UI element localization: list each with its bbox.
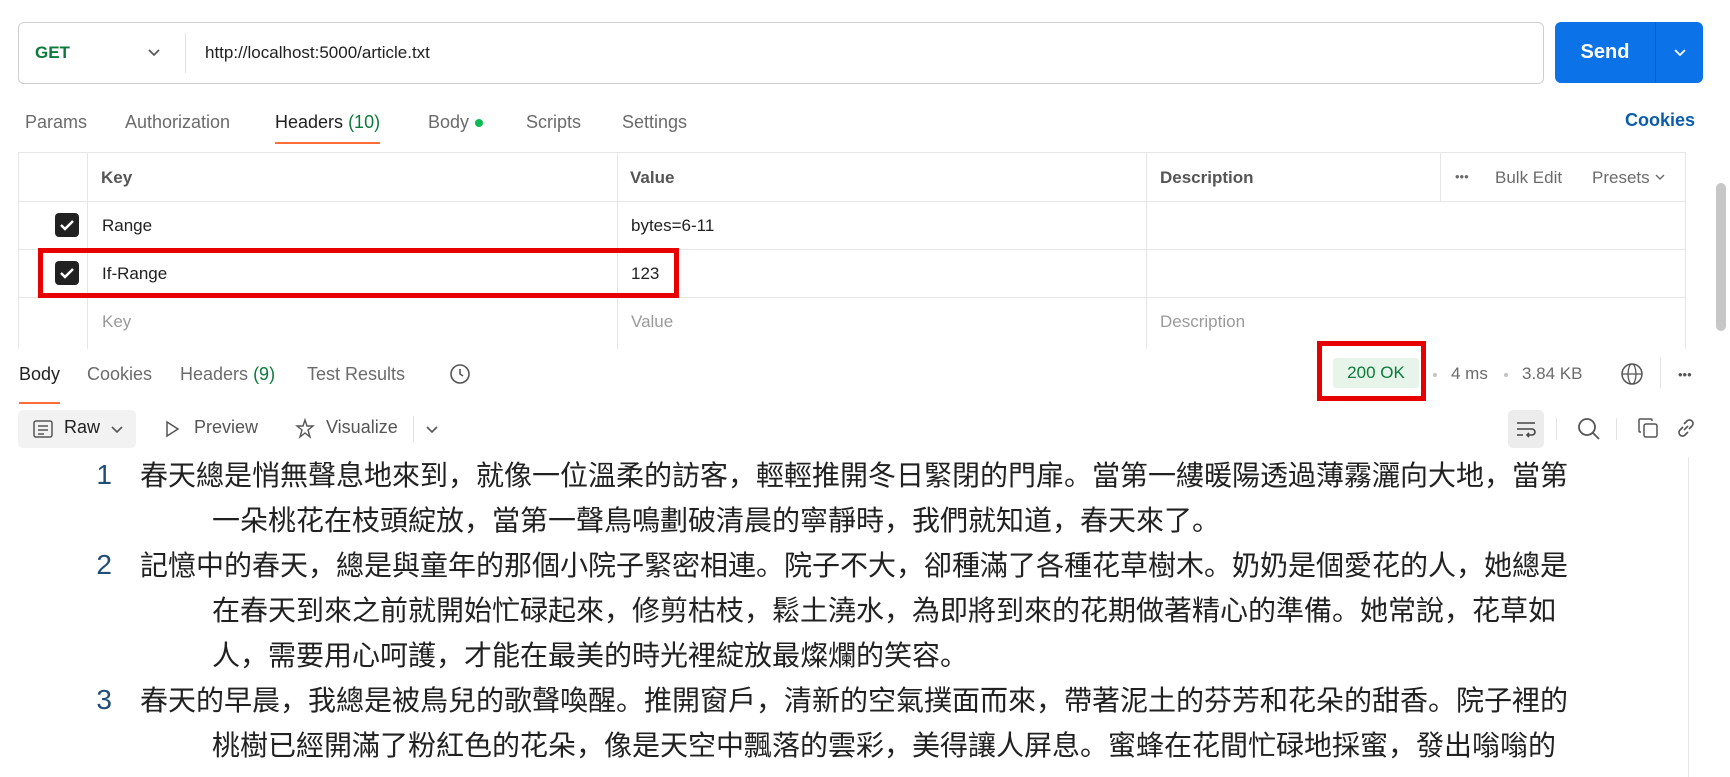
row-checkbox[interactable] xyxy=(55,213,79,237)
column-key: Key xyxy=(101,168,133,187)
column-divider xyxy=(1146,153,1147,349)
visualize-button[interactable]: Visualize xyxy=(326,417,398,438)
chevron-down-icon[interactable] xyxy=(425,422,439,436)
response-line: 春天總是悄無聲息地來到，就像一位溫柔的訪客，輕輕推開冬日緊閉的門扉。當第一縷暖陽… xyxy=(140,457,1680,543)
new-key-input[interactable]: Key xyxy=(102,312,131,332)
cookies-link[interactable]: Cookies xyxy=(1625,110,1695,131)
highlight-box xyxy=(38,248,679,298)
response-tab-test-results[interactable]: Test Results xyxy=(307,364,405,392)
tab-authorization[interactable]: Authorization xyxy=(125,110,230,138)
response-tab-headers-count: (9) xyxy=(253,364,276,384)
presets-label: Presets xyxy=(1592,168,1650,187)
tab-headers-label: Headers xyxy=(275,112,344,132)
editor-border xyxy=(1688,457,1689,777)
url-input[interactable]: http://localhost:5000/article.txt xyxy=(205,23,430,83)
tab-settings[interactable]: Settings xyxy=(622,110,687,138)
header-key-input[interactable]: Range xyxy=(102,216,152,236)
line-text-wrap: 一朵桃花在枝頭綻放，當第一聲鳥鳴劃破清晨的寧靜時，我們就知道，春天來了。 xyxy=(212,505,1221,536)
preview-button[interactable]: Preview xyxy=(194,417,258,438)
new-description-input[interactable]: Description xyxy=(1160,312,1245,332)
response-line: 春天的早晨，我總是被鳥兒的歌聲喚醒。推開窗戶，清新的空氣撲面而來，帶著泥土的芬芳… xyxy=(140,678,1680,768)
presets-dropdown[interactable]: Presets xyxy=(1592,168,1666,188)
line-text: 春天的早晨，我總是被鳥兒的歌聲喚醒。推開窗戶，清新的空氣撲面而來，帶著泥土的芬芳… xyxy=(140,685,1569,716)
more-options-icon[interactable]: ••• xyxy=(1455,169,1469,184)
globe-icon[interactable] xyxy=(1620,362,1644,386)
format-label[interactable]: Raw xyxy=(64,417,100,438)
divider xyxy=(413,416,414,442)
divider xyxy=(1616,418,1617,440)
request-url-bar: GET http://localhost:5000/article.txt xyxy=(18,22,1544,84)
line-number: 2 xyxy=(96,549,112,580)
tab-headers[interactable]: Headers (10) xyxy=(275,110,381,144)
line-number: 3 xyxy=(96,684,112,715)
chevron-down-icon xyxy=(1655,174,1665,180)
tab-headers-count: (10) xyxy=(348,112,381,132)
response-tab-cookies[interactable]: Cookies xyxy=(87,364,152,392)
document-icon xyxy=(33,420,53,438)
response-body: 1 春天總是悄無聲息地來到，就像一位溫柔的訪客，輕輕推開冬日緊閉的門扉。當第一縷… xyxy=(0,457,1690,777)
send-divider xyxy=(1655,22,1656,83)
response-tab-body[interactable]: Body xyxy=(19,364,61,404)
scrollbar[interactable] xyxy=(1716,183,1726,331)
checkmark-icon xyxy=(60,220,74,231)
search-icon[interactable] xyxy=(1576,416,1602,442)
response-size: 3.84 KB xyxy=(1522,364,1583,383)
divider xyxy=(1660,358,1661,388)
highlight-box xyxy=(1317,341,1426,401)
tab-params[interactable]: Params xyxy=(25,110,87,138)
line-number: 1 xyxy=(96,459,112,490)
wrap-icon xyxy=(1517,422,1536,438)
line-text-wrap: 人，需要用心呵護，才能在最美的時光裡綻放最燦爛的笑容。 xyxy=(212,640,969,671)
tab-body[interactable]: Body xyxy=(428,110,484,138)
history-icon[interactable] xyxy=(448,362,472,386)
response-time: 4 ms xyxy=(1451,364,1488,383)
copy-icon[interactable] xyxy=(1636,416,1660,440)
tab-scripts[interactable]: Scripts xyxy=(526,110,581,138)
body-indicator-dot xyxy=(475,119,484,128)
chevron-down-icon[interactable] xyxy=(110,422,124,436)
send-button[interactable]: Send xyxy=(1555,22,1703,83)
line-text: 記憶中的春天，總是與童年的那個小院子緊密相連。院子不大，卻種滿了各種花草樹木。奶… xyxy=(140,550,1569,581)
chevron-down-icon[interactable] xyxy=(145,43,163,61)
more-options-icon[interactable]: ••• xyxy=(1678,367,1692,382)
link-icon[interactable] xyxy=(1674,416,1698,440)
response-line: 記憶中的春天，總是與童年的那個小院子緊密相連。院子不大，卻種滿了各種花草樹木。奶… xyxy=(140,543,1680,678)
response-tab-headers[interactable]: Headers (9) xyxy=(180,364,275,392)
table-header-row xyxy=(19,153,1685,202)
line-text-wrap: 在春天到來之前就開始忙碌起來，修剪枯枝，鬆土澆水，為即將到來的花期做著精心的準備… xyxy=(212,595,1557,626)
table-row xyxy=(19,201,1685,250)
method-select[interactable]: GET xyxy=(35,23,70,83)
url-divider xyxy=(185,33,186,73)
separator-dot xyxy=(1433,373,1437,377)
tab-body-label: Body xyxy=(428,112,470,132)
chevron-down-icon[interactable] xyxy=(1671,43,1689,61)
line-text-wrap: 桃樹已經開滿了粉紅色的花朵，像是天空中飄落的雲彩，美得讓人屏息。蜜蜂在花間忙碌地… xyxy=(212,730,1557,761)
visualize-icon xyxy=(295,417,315,439)
divider xyxy=(1556,418,1557,440)
play-icon xyxy=(166,420,180,438)
separator-dot xyxy=(1504,373,1508,377)
new-value-input[interactable]: Value xyxy=(631,312,673,332)
send-label[interactable]: Send xyxy=(1555,22,1655,83)
response-tab-headers-label: Headers xyxy=(180,364,249,384)
column-value: Value xyxy=(630,168,675,187)
column-divider xyxy=(1440,153,1441,201)
header-value-input[interactable]: bytes=6-11 xyxy=(631,216,714,236)
column-description: Description xyxy=(1160,168,1254,187)
bulk-edit-button[interactable]: Bulk Edit xyxy=(1495,168,1562,188)
line-text: 春天總是悄無聲息地來到，就像一位溫柔的訪客，輕輕推開冬日緊閉的門扉。當第一縷暖陽… xyxy=(140,460,1569,491)
